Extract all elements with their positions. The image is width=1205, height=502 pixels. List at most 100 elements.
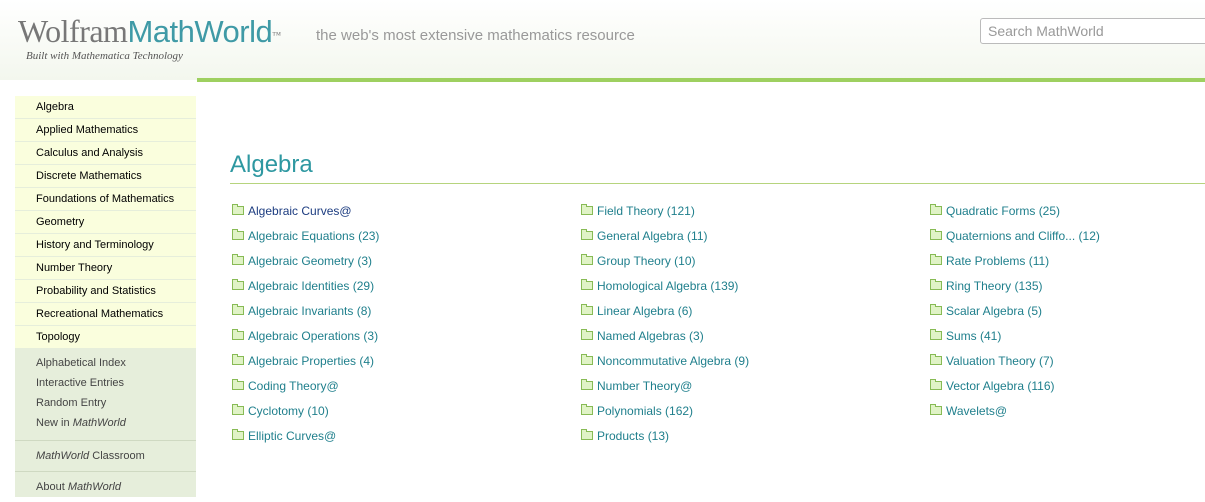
sidebar-item-topology[interactable]: Topology [15, 326, 196, 348]
sidebar-item-recreational-mathematics[interactable]: Recreational Mathematics [15, 303, 196, 325]
topic-link[interactable]: Noncommutative Algebra (9) [581, 354, 749, 379]
sidebar-item-applied-mathematics[interactable]: Applied Mathematics [15, 119, 196, 141]
topic-label: Sums (41) [946, 329, 1002, 343]
topic-link[interactable]: Sums (41) [930, 329, 1100, 354]
topic-link[interactable]: Quadratic Forms (25) [930, 204, 1100, 229]
folder-icon [930, 329, 942, 340]
sidebar-item-history-and-terminology[interactable]: History and Terminology [15, 234, 196, 256]
topic-label: Cyclotomy (10) [248, 404, 329, 418]
sidebar-item-discrete-mathematics[interactable]: Discrete Mathematics [15, 165, 196, 187]
folder-icon [930, 304, 942, 315]
folder-icon [581, 354, 593, 365]
folder-icon [581, 279, 593, 290]
classroom-label: Classroom [89, 450, 145, 462]
topic-link[interactable]: Quaternions and Cliffo... (12) [930, 229, 1100, 254]
sidebar-links: Alphabetical Index Interactive Entries R… [15, 348, 196, 436]
about-mathworld-link[interactable]: About MathWorld [15, 472, 196, 502]
topic-label: Algebraic Properties (4) [248, 354, 375, 368]
topic-link[interactable]: Field Theory (121) [581, 204, 749, 229]
topic-link[interactable]: Algebraic Equations (23) [232, 229, 379, 254]
topic-link[interactable]: Algebraic Curves@ [232, 204, 379, 229]
topic-link[interactable]: Elliptic Curves@ [232, 429, 379, 454]
topic-link[interactable]: General Algebra (11) [581, 229, 749, 254]
topic-link[interactable]: Rate Problems (11) [930, 254, 1100, 279]
sidebar-item-probability-and-statistics[interactable]: Probability and Statistics [15, 280, 196, 302]
folder-icon [581, 229, 593, 240]
topic-label: Valuation Theory (7) [946, 354, 1054, 368]
topic-link[interactable]: Products (13) [581, 429, 749, 454]
topic-link[interactable]: Valuation Theory (7) [930, 354, 1100, 379]
topic-label: Algebraic Identities (29) [248, 279, 375, 293]
topic-label: Algebraic Operations (3) [248, 329, 379, 343]
folder-icon [232, 304, 244, 315]
topic-link[interactable]: Number Theory@ [581, 379, 749, 404]
topic-link[interactable]: Polynomials (162) [581, 404, 749, 429]
sidebar-item-geometry[interactable]: Geometry [15, 211, 196, 233]
folder-icon [581, 379, 593, 390]
new-in-mathworld-name: MathWorld [72, 417, 126, 429]
folder-icon [930, 254, 942, 265]
topic-link[interactable]: Homological Algebra (139) [581, 279, 749, 304]
folder-icon [232, 204, 244, 215]
sidebar-item-calculus-and-analysis[interactable]: Calculus and Analysis [15, 142, 196, 164]
topic-link[interactable]: Named Algebras (3) [581, 329, 749, 354]
topic-label: Algebraic Equations (23) [248, 229, 380, 243]
topic-label: General Algebra (11) [597, 229, 708, 243]
topic-column-3: Quadratic Forms (25) Quaternions and Cli… [930, 204, 1100, 429]
folder-icon [581, 304, 593, 315]
mathworld-classroom-link[interactable]: MathWorld Classroom [15, 441, 196, 471]
topic-label: Vector Algebra (116) [946, 379, 1055, 393]
topic-label: Homological Algebra (139) [597, 279, 739, 293]
page-title: Algebra [230, 151, 313, 178]
topic-label: Wavelets@ [946, 404, 1008, 418]
topic-label: Polynomials (162) [597, 404, 694, 418]
topic-column-1: Algebraic Curves@ Algebraic Equations (2… [232, 204, 379, 454]
new-in-mathworld-link[interactable]: New in MathWorld [36, 416, 196, 436]
search-input[interactable] [980, 18, 1205, 44]
topic-link[interactable]: Algebraic Invariants (8) [232, 304, 379, 329]
topic-link[interactable]: Cyclotomy (10) [232, 404, 379, 429]
folder-icon [581, 329, 593, 340]
topic-link[interactable]: Algebraic Geometry (3) [232, 254, 379, 279]
topic-label: Rate Problems (11) [946, 254, 1050, 268]
folder-icon [581, 204, 593, 215]
folder-icon [930, 354, 942, 365]
folder-icon [930, 204, 942, 215]
header-accent-bar [197, 78, 1205, 82]
tagline: the web's most extensive mathematics res… [316, 27, 635, 44]
topic-link[interactable]: Linear Algebra (6) [581, 304, 749, 329]
topic-link[interactable]: Wavelets@ [930, 404, 1100, 429]
topic-link[interactable]: Vector Algebra (116) [930, 379, 1100, 404]
topic-link[interactable]: Scalar Algebra (5) [930, 304, 1100, 329]
folder-icon [232, 379, 244, 390]
topic-column-2: Field Theory (121) General Algebra (11) … [581, 204, 749, 454]
folder-icon [232, 354, 244, 365]
about-label: About [36, 481, 68, 493]
mathworld-logo[interactable]: WolframMathWorld™ Built with Mathematica… [18, 14, 281, 62]
topic-link[interactable]: Ring Theory (135) [930, 279, 1100, 304]
title-underline [230, 183, 1205, 184]
topic-label: Linear Algebra (6) [597, 304, 693, 318]
folder-icon [581, 254, 593, 265]
folder-icon [232, 229, 244, 240]
folder-icon [232, 429, 244, 440]
sidebar-item-algebra[interactable]: Algebra [15, 96, 196, 118]
topic-link[interactable]: Algebraic Properties (4) [232, 354, 379, 379]
topic-label: Scalar Algebra (5) [946, 304, 1043, 318]
folder-icon [581, 429, 593, 440]
sidebar-item-number-theory[interactable]: Number Theory [15, 257, 196, 279]
folder-icon [232, 329, 244, 340]
topic-label: Number Theory@ [597, 379, 693, 393]
topic-link[interactable]: Coding Theory@ [232, 379, 379, 404]
folder-icon [232, 254, 244, 265]
topic-link[interactable]: Algebraic Operations (3) [232, 329, 379, 354]
random-entry-link[interactable]: Random Entry [36, 396, 196, 416]
topic-link[interactable]: Group Theory (10) [581, 254, 749, 279]
alphabetical-index-link[interactable]: Alphabetical Index [36, 356, 196, 376]
sidebar-item-foundations-of-mathematics[interactable]: Foundations of Mathematics [15, 188, 196, 210]
folder-icon [232, 279, 244, 290]
interactive-entries-link[interactable]: Interactive Entries [36, 376, 196, 396]
topic-link[interactable]: Algebraic Identities (29) [232, 279, 379, 304]
topic-label: Algebraic Geometry (3) [248, 254, 373, 268]
topic-label: Group Theory (10) [597, 254, 696, 268]
